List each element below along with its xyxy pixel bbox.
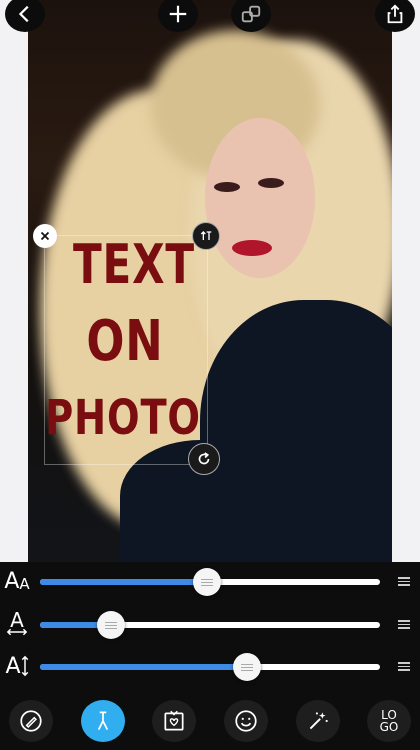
slider-letter-spacing: A <box>0 610 420 640</box>
font-size-icon: AA <box>4 568 30 594</box>
photo-margin-left <box>0 0 28 562</box>
photo-margin-right <box>392 0 420 562</box>
chevron-left-icon <box>18 5 29 23</box>
font-size-track[interactable] <box>40 568 380 596</box>
share-icon <box>387 4 403 24</box>
letter-spacing-track[interactable] <box>40 611 380 639</box>
rotate-icon[interactable] <box>188 443 220 475</box>
letter-spacing-menu-icon[interactable] <box>398 618 410 631</box>
text-settings-panel: AA A A <box>0 562 420 750</box>
emoji-icon <box>235 710 257 732</box>
emoji-button[interactable] <box>224 700 268 742</box>
letter-spacing-icon: A <box>2 610 32 638</box>
line-height-thumb[interactable] <box>233 653 262 681</box>
pen-tool-button[interactable] <box>9 700 53 742</box>
font-size-thumb[interactable] <box>192 568 221 596</box>
logo-text-bottom: GO <box>379 720 399 734</box>
slider-font-size: AA <box>0 567 420 597</box>
link-chain-icon <box>241 5 261 23</box>
line-height-fill <box>40 664 248 670</box>
logo-button[interactable]: LO GO <box>367 700 411 742</box>
photo-canvas[interactable]: TEXT ON PHOTO <box>0 0 420 562</box>
logo-icon: LO GO <box>380 709 399 733</box>
pen-nib-icon <box>20 710 42 732</box>
overlay-text-line-1: TEXT <box>73 233 195 296</box>
photo-eye-left <box>214 182 240 192</box>
close-icon[interactable] <box>33 224 57 248</box>
text-style-button[interactable] <box>81 700 125 742</box>
magic-wand-icon <box>309 712 328 730</box>
photo-lips <box>232 240 272 256</box>
slider-line-height: A <box>0 652 420 682</box>
plus-icon <box>169 5 187 23</box>
line-height-track[interactable] <box>40 653 380 681</box>
sticker-frame-icon <box>164 710 184 731</box>
text-flip-icon[interactable] <box>192 222 220 250</box>
overlay-text-line-2: ON <box>86 309 164 374</box>
line-height-menu-icon[interactable] <box>398 660 410 673</box>
effects-button[interactable] <box>296 700 340 742</box>
sticker-button[interactable] <box>152 700 196 742</box>
line-height-icon: A <box>2 652 32 680</box>
letter-spacing-thumb[interactable] <box>97 611 126 639</box>
photo-eye-right <box>258 178 284 188</box>
text-overlay-box[interactable]: TEXT ON PHOTO <box>44 235 208 465</box>
text-style-icon <box>97 711 109 731</box>
overlay-text-line-3: PHOTO <box>45 390 201 446</box>
font-size-menu-icon[interactable] <box>398 575 410 588</box>
font-size-fill <box>40 579 207 585</box>
